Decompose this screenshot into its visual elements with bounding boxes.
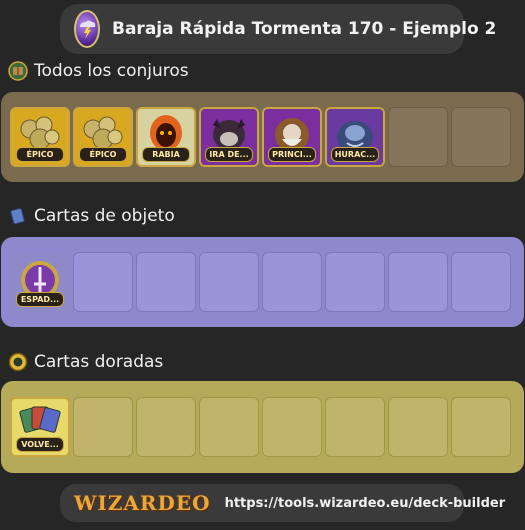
spellbook-icon (8, 61, 28, 81)
gold-card-return[interactable]: VOLVE... (10, 397, 70, 457)
card-label: ÉPICO (79, 147, 127, 162)
item-card-sword[interactable]: ESPAD... (10, 252, 70, 312)
wizardeo-logo: WIZARDEO (74, 491, 211, 515)
card-label: VOLVE... (16, 437, 64, 452)
storm-school-icon (74, 10, 100, 48)
empty-gold-slot[interactable] (262, 397, 322, 457)
empty-spell-slot[interactable] (388, 107, 448, 167)
gold-coin-icon (8, 352, 28, 372)
card-label: HURAC... (331, 147, 379, 162)
gold-panel: VOLVE... (1, 381, 524, 473)
footer-bar: WIZARDEO https://tools.wizardeo.eu/deck-… (60, 484, 505, 522)
empty-gold-slot[interactable] (325, 397, 385, 457)
card-label: RABIA (142, 147, 190, 162)
empty-item-slot[interactable] (325, 252, 385, 312)
empty-item-slot[interactable] (451, 252, 511, 312)
empty-item-slot[interactable] (262, 252, 322, 312)
card-label: ÉPICO (16, 147, 64, 162)
empty-gold-slot[interactable] (199, 397, 259, 457)
deck-builder-link[interactable]: https://tools.wizardeo.eu/deck-builder (225, 496, 506, 511)
section-header-gold: Cartas doradas (8, 352, 163, 372)
deck-title: Baraja Rápida Tormenta 170 - Ejemplo 2 (112, 19, 497, 39)
section-title-gold: Cartas doradas (34, 352, 164, 372)
empty-item-slot[interactable] (136, 252, 196, 312)
card-label: IRA DE... (205, 147, 253, 162)
empty-gold-slot[interactable] (73, 397, 133, 457)
empty-gold-slot[interactable] (136, 397, 196, 457)
section-header-spells: Todos los conjuros (8, 61, 189, 81)
spells-panel: ÉPICO ÉPICO RABIA IRA DE... PRINCI... HU… (1, 92, 524, 182)
empty-item-slot[interactable] (199, 252, 259, 312)
section-header-items: Cartas de objeto (8, 206, 175, 226)
spell-card-epic-2[interactable]: ÉPICO (73, 107, 133, 167)
spell-card-rage[interactable]: RABIA (136, 107, 196, 167)
card-label: ESPAD... (16, 292, 64, 307)
empty-gold-slot[interactable] (388, 397, 448, 457)
section-title-spells: Todos los conjuros (34, 61, 189, 81)
item-card-icon (8, 206, 28, 226)
spell-card-prince[interactable]: PRINCI... (262, 107, 322, 167)
spell-card-epic-1[interactable]: ÉPICO (10, 107, 70, 167)
spell-card-wrath[interactable]: IRA DE... (199, 107, 259, 167)
spell-card-hurricane[interactable]: HURAC... (325, 107, 385, 167)
empty-spell-slot[interactable] (451, 107, 511, 167)
empty-gold-slot[interactable] (451, 397, 511, 457)
card-label: PRINCI... (268, 147, 316, 162)
empty-item-slot[interactable] (388, 252, 448, 312)
empty-item-slot[interactable] (73, 252, 133, 312)
deck-title-bar: Baraja Rápida Tormenta 170 - Ejemplo 2 (60, 4, 496, 54)
items-panel: ESPAD... (1, 237, 524, 327)
section-title-items: Cartas de objeto (34, 206, 175, 226)
